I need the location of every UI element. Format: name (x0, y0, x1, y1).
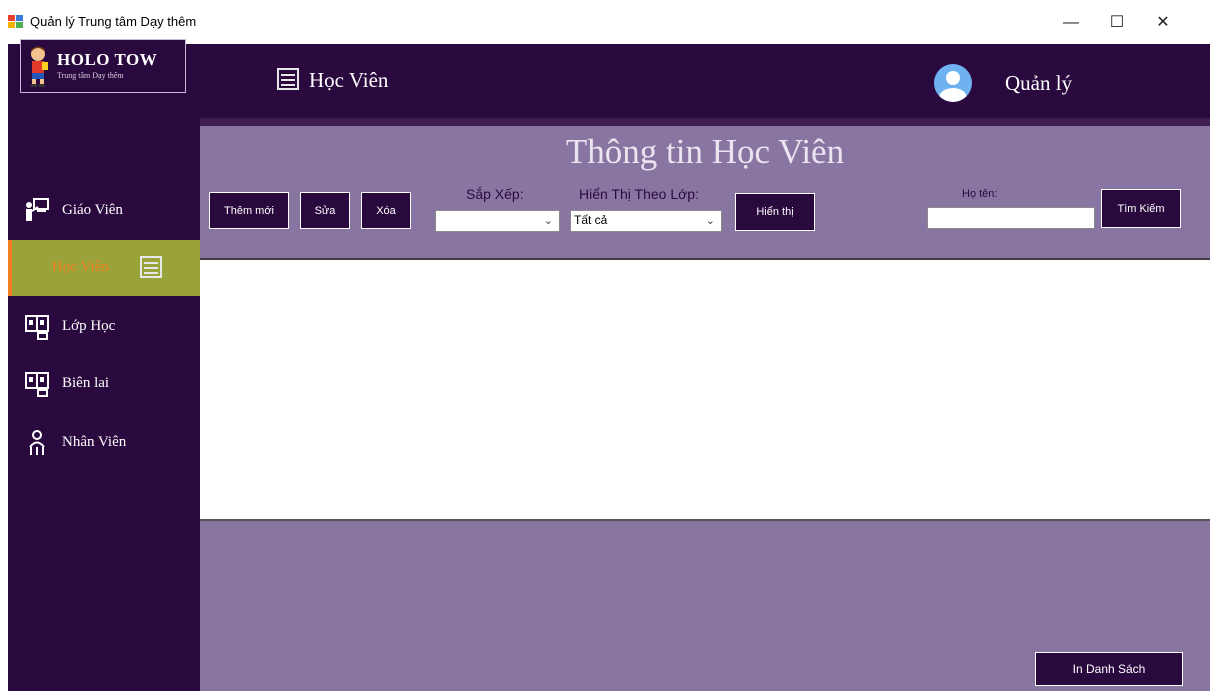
panel-title: Thông tin Học Viên (565, 132, 845, 171)
chevron-down-icon: ⌄ (705, 215, 715, 227)
logo-title: HOLO TOW (57, 50, 158, 69)
name-label: Họ tên: (962, 188, 998, 200)
class-filter-value: Tất cả (574, 213, 608, 227)
maximize-button[interactable]: ☐ (1094, 8, 1140, 38)
bottom-panel: In Danh Sách (200, 521, 1210, 691)
class-filter-label: Hiển Thị Theo Lớp: (579, 186, 699, 202)
teacher-icon (26, 198, 49, 221)
search-button[interactable]: Tìm Kiếm (1101, 189, 1181, 228)
window-titlebar: Quản lý Trung tâm Dạy thêm — ☐ ✕ (0, 0, 1210, 44)
logo: HOLO TOW Trung tâm Dạy thêm (20, 39, 186, 93)
students-data-grid[interactable] (200, 258, 1210, 521)
close-button[interactable]: ✕ (1140, 8, 1186, 38)
sidebar-item-teachers[interactable]: Giáo Viên (8, 183, 200, 239)
chevron-down-icon: ⌄ (543, 215, 553, 227)
kid-mascot-icon (31, 46, 48, 87)
sidebar-item-classes[interactable]: Lớp Học (8, 299, 200, 355)
class-filter-dropdown[interactable]: Tất cả ⌄ (570, 210, 722, 232)
receipt-icon (25, 372, 49, 397)
delete-button[interactable]: Xóa (361, 192, 411, 229)
sidebar-item-staff[interactable]: Nhân Viên (8, 415, 200, 471)
student-icon (140, 256, 162, 278)
logo-subtitle: Trung tâm Dạy thêm (57, 71, 124, 80)
top-header: Học Viên Quản lý (200, 44, 1210, 118)
staff-icon (29, 430, 45, 455)
student-info-panel: Thông tin Học Viên Thêm mới Sửa Xóa Sắp … (200, 126, 1210, 258)
print-list-button[interactable]: In Danh Sách (1035, 652, 1183, 686)
sidebar-item-label: Biên lai (62, 375, 110, 391)
sidebar-item-label: Học Viên (52, 259, 109, 275)
user-role-label: Quản lý (1005, 71, 1073, 95)
sidebar-item-students[interactable]: Học Viên (8, 240, 200, 296)
student-icon (277, 68, 299, 90)
window-title: Quản lý Trung tâm Dạy thêm (30, 14, 197, 29)
classroom-icon (25, 315, 49, 340)
show-button[interactable]: Hiển thị (735, 193, 815, 231)
app-icon (8, 15, 24, 29)
edit-button[interactable]: Sửa (300, 192, 350, 229)
add-new-button[interactable]: Thêm mới (209, 192, 289, 229)
sidebar-item-label: Nhân Viên (62, 434, 127, 450)
user-avatar-icon[interactable] (934, 64, 972, 102)
minimize-button[interactable]: — (1048, 8, 1094, 38)
sort-dropdown[interactable]: ⌄ (435, 210, 560, 232)
sort-label: Sắp Xếp: (466, 186, 524, 202)
sidebar-item-label: Giáo Viên (62, 202, 123, 218)
header-divider (200, 118, 1210, 126)
sidebar-item-receipts[interactable]: Biên lai (8, 356, 200, 412)
name-search-input[interactable] (927, 207, 1095, 229)
page-title: Học Viên (309, 68, 389, 92)
sidebar-item-label: Lớp Học (62, 318, 116, 334)
